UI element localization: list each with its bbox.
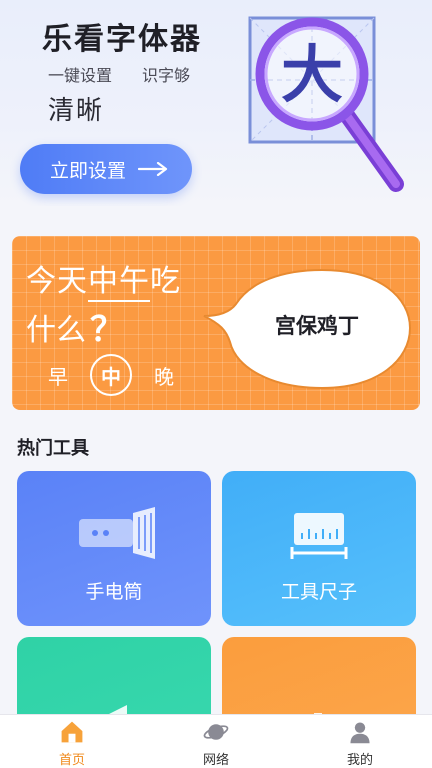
nav-home[interactable]: 首页 [0,715,144,768]
nav-mine[interactable]: 我的 [288,715,432,768]
ruler-icon [290,513,348,559]
lunch-picker-banner[interactable]: 今天中午吃 什么 ？ 早 中 晚 宫保鸡丁 [12,236,420,410]
nav-network-label: 网络 [202,753,229,768]
tool-label: 手电筒 [85,581,143,603]
home-icon [61,721,83,743]
banner-line1-post: 吃 [150,264,181,299]
banner-line1-pre: 今天 [26,264,88,299]
banner-line1-highlight: 中午 [88,264,150,302]
set-now-label: 立即设置 [50,159,127,182]
tool-flashlight[interactable]: 手电筒 [17,471,211,626]
arrow-right-icon [138,162,168,176]
set-now-button[interactable]: 立即设置 [20,144,192,194]
tool-ruler[interactable]: 工具尺子 [222,471,416,626]
magnifier-illustration-icon: 大 [248,16,404,192]
nav-network[interactable]: 网络 [144,715,288,768]
bottom-nav: 首页 网络 我的 [0,714,432,768]
banner-line2-text: 什么 [26,312,86,348]
user-icon [350,722,370,744]
question-mark: ？ [90,310,124,350]
hot-tools-title: 热门工具 [17,438,89,459]
hero-subtitle-b: 识字够 [142,66,191,85]
nav-home-label: 首页 [58,753,85,768]
banner-question-line1: 今天中午吃 [26,256,181,302]
hero-subtitle-c: 清晰 [48,96,105,126]
lunch-answer: 宫保鸡丁 [275,314,359,338]
nav-mine-label: 我的 [346,753,373,768]
art-char: 大 [281,38,343,111]
hero-title: 乐看字体器 [42,22,202,57]
tool-label: 工具尺子 [280,581,357,603]
meal-dinner[interactable]: 晚 [154,361,174,390]
hero-subtitle-a: 一键设置 [48,66,113,85]
banner-question-line2: 什么 ？ [26,302,124,351]
hero-subtitle: 一键设置 识字够 [48,62,190,86]
meal-breakfast[interactable]: 早 [48,361,68,390]
planet-icon [203,724,229,740]
flashlight-icon [79,507,155,559]
hero-section: 乐看字体器 一键设置 识字够 清晰 立即设置 大 [0,0,432,206]
meal-selector: 早 中 晚 [48,354,174,396]
meal-lunch-selected[interactable]: 中 [90,354,132,396]
